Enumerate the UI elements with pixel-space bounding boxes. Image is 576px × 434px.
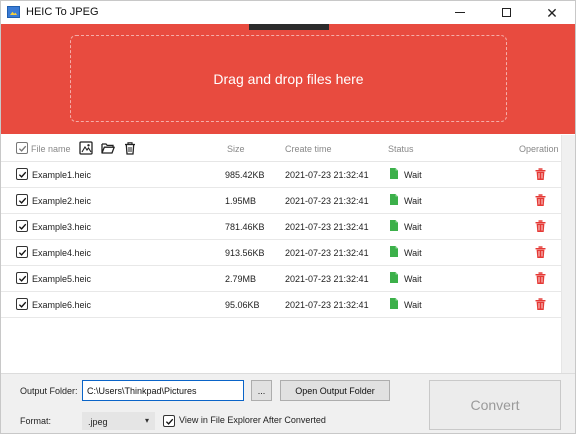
checkmark-icon (18, 145, 26, 152)
delete-row-icon[interactable] (535, 246, 546, 258)
header-create-time[interactable]: Create time (285, 144, 332, 154)
row-checkbox[interactable] (16, 298, 28, 310)
row-size: 985.42KB (225, 170, 265, 180)
row-status: Wait (404, 222, 422, 232)
row-create-time: 2021-07-23 21:32:41 (285, 248, 369, 258)
drop-zone-text: Drag and drop files here (213, 70, 364, 87)
drop-area-notch (249, 24, 329, 30)
file-status-icon (390, 194, 398, 205)
delete-row-icon[interactable] (535, 272, 546, 284)
delete-row-icon[interactable] (535, 168, 546, 180)
table-row[interactable]: Example2.heic 1.95MB 2021-07-23 21:32:41… (1, 188, 561, 214)
row-status: Wait (404, 248, 422, 258)
table-header: File name Size Create time Status Operat… (1, 135, 561, 162)
output-folder-label: Output Folder: (20, 386, 78, 396)
table-row[interactable]: Example5.heic 2.79MB 2021-07-23 21:32:41… (1, 266, 561, 292)
checkmark-icon (18, 249, 26, 256)
row-file-name: Example2.heic (32, 196, 92, 206)
checkmark-icon (18, 275, 26, 282)
row-file-name: Example5.heic (32, 274, 92, 284)
row-create-time: 2021-07-23 21:32:41 (285, 222, 369, 232)
row-create-time: 2021-07-23 21:32:41 (285, 196, 369, 206)
row-size: 1.95MB (225, 196, 257, 206)
table-row[interactable]: Example6.heic 95.06KB 2021-07-23 21:32:4… (1, 292, 561, 318)
drop-zone-box[interactable]: Drag and drop files here (70, 35, 507, 122)
row-file-name: Example3.heic (32, 222, 92, 232)
header-status[interactable]: Status (388, 144, 414, 154)
table-row[interactable]: Example4.heic 913.56KB 2021-07-23 21:32:… (1, 240, 561, 266)
window-title: HEIC To JPEG (26, 6, 99, 18)
file-status-icon (390, 298, 398, 309)
delete-row-icon[interactable] (535, 194, 546, 206)
vertical-scrollbar[interactable] (561, 135, 575, 373)
title-bar: HEIC To JPEG ✕ (1, 1, 575, 24)
row-size: 913.56KB (225, 248, 265, 258)
table-row[interactable]: Example1.heic 985.42KB 2021-07-23 21:32:… (1, 162, 561, 188)
drop-area[interactable]: Drag and drop files here (1, 24, 575, 134)
convert-button[interactable]: Convert (429, 380, 561, 430)
row-size: 2.79MB (225, 274, 257, 284)
app-window: HEIC To JPEG ✕ Drag and drop files here … (0, 0, 576, 434)
file-status-icon (390, 272, 398, 283)
row-file-name: Example6.heic (32, 300, 92, 310)
row-checkbox[interactable] (16, 194, 28, 206)
row-checkbox[interactable] (16, 168, 28, 180)
checkmark-icon (18, 301, 26, 308)
file-status-icon (390, 220, 398, 231)
minimize-icon (455, 12, 465, 13)
header-file-name[interactable]: File name (31, 144, 71, 154)
row-checkbox[interactable] (16, 246, 28, 258)
row-checkbox[interactable] (16, 272, 28, 284)
row-create-time: 2021-07-23 21:32:41 (285, 170, 369, 180)
view-in-explorer-label[interactable]: View in File Explorer After Converted (179, 415, 326, 425)
row-file-name: Example4.heic (32, 248, 92, 258)
minimize-button[interactable] (437, 1, 483, 24)
add-image-icon[interactable] (79, 141, 93, 155)
row-create-time: 2021-07-23 21:32:41 (285, 274, 369, 284)
checkmark-icon (18, 171, 26, 178)
row-status: Wait (404, 300, 422, 310)
checkmark-icon (18, 223, 26, 230)
close-icon: ✕ (546, 4, 558, 21)
browse-button[interactable]: ... (251, 380, 272, 401)
open-output-folder-button[interactable]: Open Output Folder (280, 380, 390, 401)
view-in-explorer-checkbox[interactable] (163, 415, 175, 427)
row-checkbox[interactable] (16, 220, 28, 232)
row-size: 95.06KB (225, 300, 260, 310)
checkmark-icon (18, 197, 26, 204)
maximize-button[interactable] (483, 1, 529, 24)
format-select-value: .jpeg (88, 417, 108, 427)
maximize-icon (501, 8, 511, 17)
header-size[interactable]: Size (227, 144, 245, 154)
format-label: Format: (20, 416, 52, 426)
close-button[interactable]: ✕ (529, 1, 575, 24)
trash-icon[interactable] (123, 141, 137, 155)
open-folder-icon[interactable] (101, 141, 115, 155)
bottom-panel: Output Folder: ... Open Output Folder Fo… (1, 373, 575, 433)
format-select[interactable]: .jpeg ▾ (82, 412, 155, 430)
row-create-time: 2021-07-23 21:32:41 (285, 300, 369, 310)
file-status-icon (390, 168, 398, 179)
delete-row-icon[interactable] (535, 298, 546, 310)
row-status: Wait (404, 274, 422, 284)
checkmark-icon (165, 418, 173, 425)
chevron-down-icon: ▾ (144, 416, 149, 425)
row-status: Wait (404, 196, 422, 206)
row-size: 781.46KB (225, 222, 265, 232)
select-all-checkbox[interactable] (16, 142, 28, 154)
row-file-name: Example1.heic (32, 170, 92, 180)
output-folder-input[interactable] (82, 380, 244, 401)
row-status: Wait (404, 170, 422, 180)
app-image-icon (7, 6, 20, 18)
delete-row-icon[interactable] (535, 220, 546, 232)
header-operation: Operation (519, 144, 559, 154)
table-row[interactable]: Example3.heic 781.46KB 2021-07-23 21:32:… (1, 214, 561, 240)
file-status-icon (390, 246, 398, 257)
